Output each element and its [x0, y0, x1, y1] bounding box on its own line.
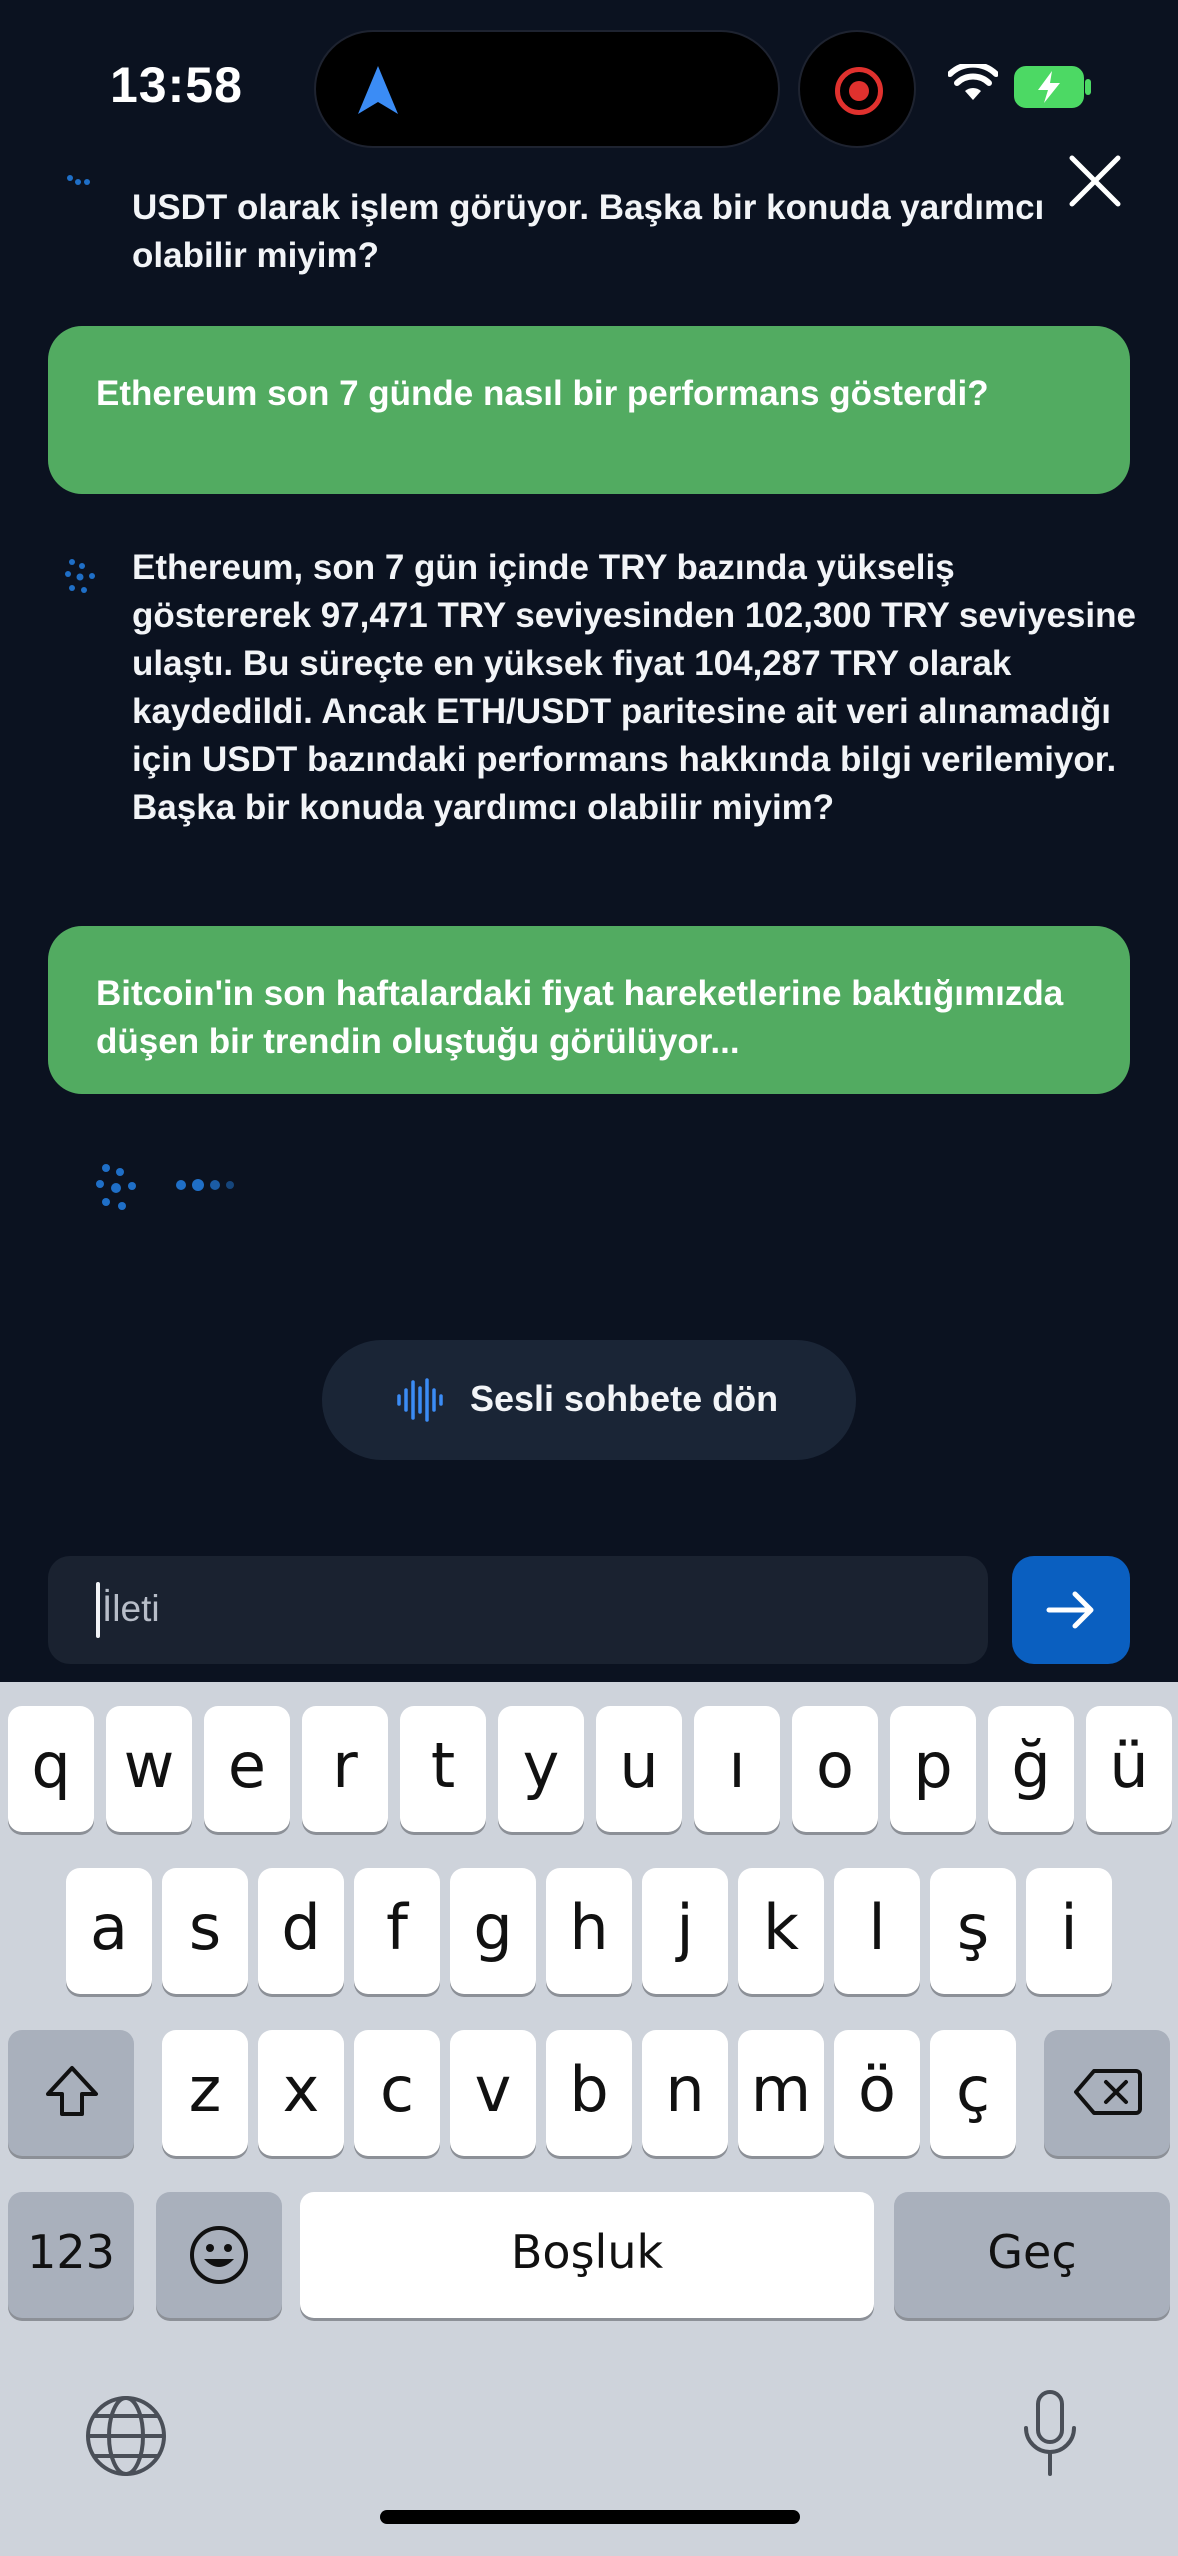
key-f[interactable]: f [354, 1868, 440, 1994]
key-g[interactable]: g [450, 1868, 536, 1994]
assistant-message: USDT olarak işlem görüyor. Başka bir kon… [132, 188, 1045, 275]
key-u-umlaut[interactable]: ü [1086, 1706, 1172, 1832]
key-c-cedilla[interactable]: ç [930, 2030, 1016, 2156]
key-s-cedilla[interactable]: ş [930, 1868, 1016, 1994]
key-x[interactable]: x [258, 2030, 344, 2156]
key-v[interactable]: v [450, 2030, 536, 2156]
key-b[interactable]: b [546, 2030, 632, 2156]
globe-icon[interactable] [84, 2394, 168, 2478]
key-c[interactable]: c [354, 2030, 440, 2156]
voice-chat-button[interactable]: Sesli sohbete dön [322, 1340, 856, 1460]
key-z[interactable]: z [162, 2030, 248, 2156]
backspace-key[interactable] [1044, 2030, 1170, 2156]
navigation-arrow-icon [358, 66, 398, 114]
voice-chat-label: Sesli sohbete dön [470, 1378, 779, 1419]
key-y[interactable]: y [498, 1706, 584, 1832]
key-n[interactable]: n [642, 2030, 728, 2156]
backspace-icon [1074, 2069, 1142, 2115]
key-p[interactable]: p [890, 1706, 976, 1832]
key-t[interactable]: t [400, 1706, 486, 1832]
typing-indicator [176, 1176, 240, 1194]
dynamic-island [314, 30, 780, 148]
key-g-breve[interactable]: ğ [988, 1706, 1074, 1832]
key-h[interactable]: h [546, 1868, 632, 1994]
return-key[interactable]: Geç [894, 2192, 1170, 2318]
key-e[interactable]: e [204, 1706, 290, 1832]
key-d[interactable]: d [258, 1868, 344, 1994]
key-u[interactable]: u [596, 1706, 682, 1832]
screen-recording-indicator [798, 30, 916, 148]
key-o-umlaut[interactable]: ö [834, 2030, 920, 2156]
key-k[interactable]: k [738, 1868, 824, 1994]
assistant-avatar-icon [96, 1164, 136, 1210]
emoji-icon [190, 2226, 248, 2284]
space-key[interactable]: Boşluk [300, 2192, 874, 2318]
key-r[interactable]: r [302, 1706, 388, 1832]
waveform-icon [397, 1378, 443, 1422]
user-message-text: Ethereum son 7 günde nasıl bir performan… [96, 374, 989, 413]
key-a[interactable]: a [66, 1868, 152, 1994]
key-q[interactable]: q [8, 1706, 94, 1832]
battery-charging-icon [1014, 66, 1091, 108]
assistant-avatar-icon [65, 559, 95, 593]
record-icon [835, 67, 883, 115]
key-s[interactable]: s [162, 1868, 248, 1994]
on-screen-keyboard: q w e r t y u ı o p ğ ü a s d f g h j k … [0, 1682, 1178, 2556]
key-w[interactable]: w [106, 1706, 192, 1832]
key-j[interactable]: j [642, 1868, 728, 1994]
microphone-icon[interactable] [1018, 2388, 1082, 2480]
key-l[interactable]: l [834, 1868, 920, 1994]
shift-key[interactable] [8, 2030, 134, 2156]
assistant-avatar-icon [67, 175, 90, 185]
status-time: 13:58 [110, 57, 243, 113]
send-button[interactable] [1012, 1556, 1130, 1664]
user-message-text: Bitcoin'in son haftalardaki fiyat hareke… [96, 974, 1064, 1061]
key-dotless-i[interactable]: ı [694, 1706, 780, 1832]
key-m[interactable]: m [738, 2030, 824, 2156]
user-message-bubble: Bitcoin'in son haftalardaki fiyat hareke… [48, 926, 1130, 1094]
numbers-key[interactable]: 123 [8, 2192, 134, 2318]
assistant-message: Ethereum, son 7 gün içinde TRY bazında y… [132, 548, 1136, 827]
shift-icon [46, 2066, 98, 2116]
key-i[interactable]: i [1026, 1868, 1112, 1994]
text-cursor [96, 1582, 100, 1638]
key-o[interactable]: o [792, 1706, 878, 1832]
message-input[interactable]: İleti [48, 1556, 988, 1664]
message-input-placeholder: İleti [102, 1588, 160, 1629]
home-indicator [380, 2510, 800, 2524]
arrow-right-icon [1046, 1591, 1094, 1629]
emoji-key[interactable] [156, 2192, 282, 2318]
user-message-bubble: Ethereum son 7 günde nasıl bir performan… [48, 326, 1130, 494]
wifi-icon [948, 64, 998, 100]
